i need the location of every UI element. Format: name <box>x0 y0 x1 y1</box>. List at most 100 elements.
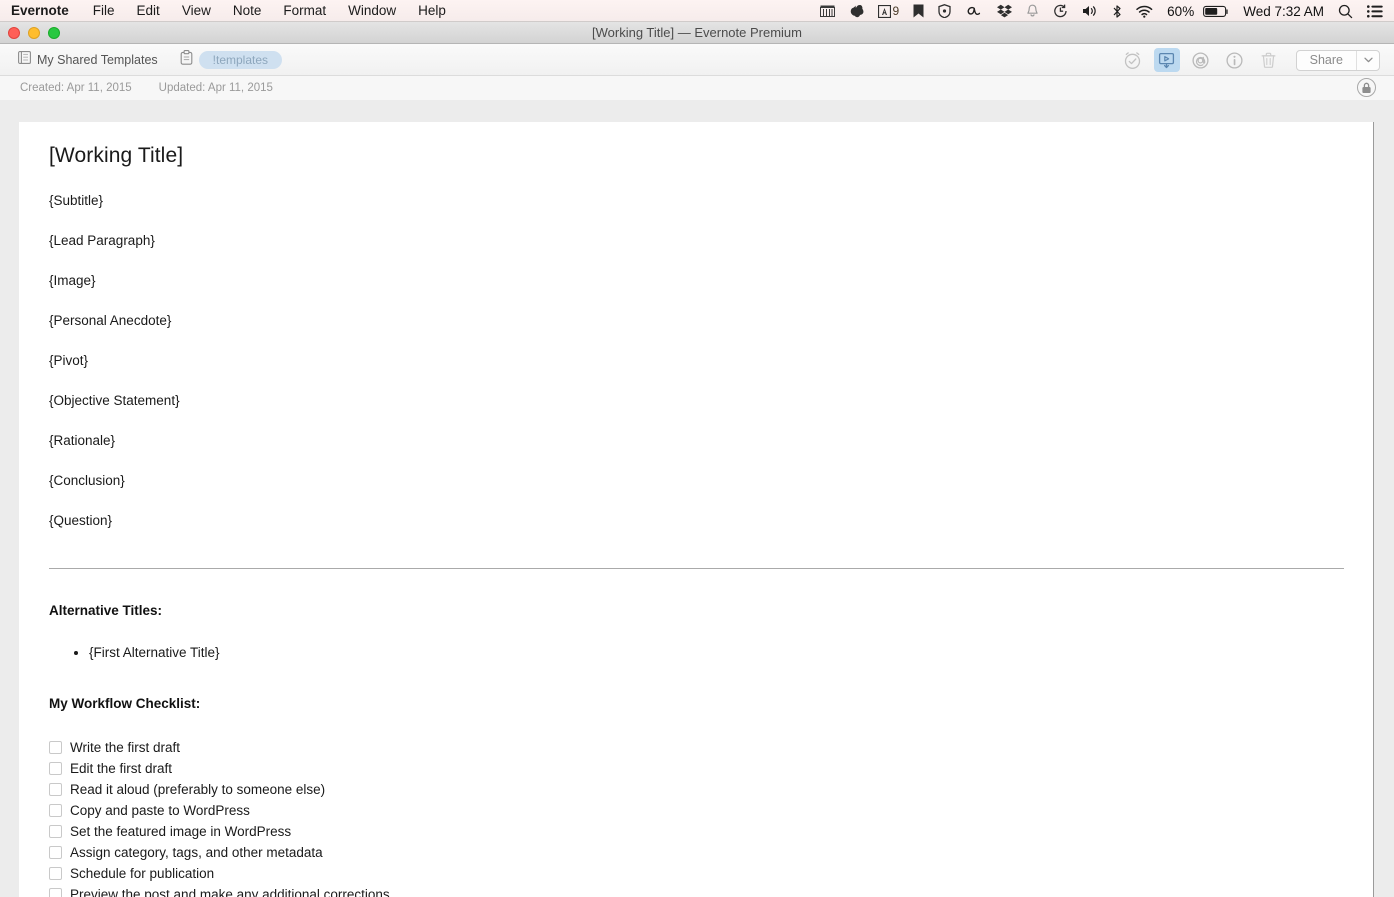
note-paragraph[interactable]: {Subtitle} <box>49 192 1343 210</box>
notebook-icon <box>18 50 31 69</box>
evernote-elephant-icon[interactable] <box>842 0 871 22</box>
tag-icon <box>180 49 193 70</box>
checklist-row[interactable]: Copy and paste to WordPress <box>49 800 1343 821</box>
list-item[interactable]: {First Alternative Title} <box>89 644 1343 662</box>
note-paragraph[interactable]: {Question} <box>49 512 1343 530</box>
alfred-badge-count: 9 <box>892 4 900 18</box>
dropbox-icon[interactable] <box>990 0 1019 22</box>
macos-menu-bar: Evernote File Edit View Note Format Wind… <box>0 0 1394 22</box>
menu-help[interactable]: Help <box>407 0 457 22</box>
checklist-row[interactable]: Set the featured image in WordPress <box>49 821 1343 842</box>
menu-view[interactable]: View <box>171 0 222 22</box>
checklist-label[interactable]: Assign category, tags, and other metadat… <box>70 844 323 862</box>
alternative-titles-list: {First Alternative Title} <box>89 644 1343 662</box>
checklist-label[interactable]: Write the first draft <box>70 739 180 757</box>
note-toolbar-actions: Share <box>1120 44 1380 76</box>
note-toolbar: My Shared Templates !templates Share <box>0 44 1394 76</box>
evernote-window: [Working Title] — Evernote Premium My Sh… <box>0 22 1394 897</box>
checklist-label[interactable]: Copy and paste to WordPress <box>70 802 250 820</box>
note-paragraph[interactable]: {Lead Paragraph} <box>49 232 1343 250</box>
share-button[interactable]: Share <box>1297 51 1356 70</box>
notification-center-icon[interactable] <box>1360 0 1390 22</box>
checkbox[interactable] <box>49 762 62 775</box>
close-button[interactable] <box>8 27 20 39</box>
checklist-row[interactable]: Schedule for publication <box>49 863 1343 884</box>
window-title: [Working Title] — Evernote Premium <box>592 25 802 40</box>
note-editor[interactable]: [Working Title] {Subtitle} {Lead Paragra… <box>19 122 1374 897</box>
zoom-button[interactable] <box>48 27 60 39</box>
menu-bar-items: Evernote File Edit View Note Format Wind… <box>0 0 457 22</box>
note-paragraph[interactable]: {Conclusion} <box>49 472 1343 490</box>
trash-icon[interactable] <box>1256 48 1282 72</box>
checkbox[interactable] <box>49 804 62 817</box>
reminder-icon[interactable] <box>1120 48 1146 72</box>
note-toolbar-left: My Shared Templates !templates <box>0 49 283 70</box>
checklist-label[interactable]: Edit the first draft <box>70 760 172 778</box>
share-button-group[interactable]: Share <box>1295 49 1380 71</box>
bluetooth-icon[interactable] <box>1105 0 1129 22</box>
spotlight-search-icon[interactable] <box>1331 0 1360 22</box>
bookmark-icon[interactable] <box>906 0 931 22</box>
checkbox[interactable] <box>49 783 62 796</box>
battery-status[interactable]: 60% <box>1160 0 1201 22</box>
volume-icon[interactable] <box>1075 0 1105 22</box>
battery-percent-label: 60% <box>1167 3 1195 19</box>
note-title[interactable]: [Working Title] <box>49 144 1343 168</box>
menu-edit[interactable]: Edit <box>126 0 171 22</box>
minimize-button[interactable] <box>28 27 40 39</box>
menu-note[interactable]: Note <box>222 0 273 22</box>
note-paragraph[interactable]: {Personal Anecdote} <box>49 312 1343 330</box>
menu-bar-clock[interactable]: Wed 7:32 AM <box>1236 0 1331 22</box>
annotate-icon[interactable] <box>1188 48 1214 72</box>
chevron-down-icon[interactable] <box>1356 50 1379 70</box>
checklist-label[interactable]: Preview the post and make any additional… <box>70 886 390 897</box>
checklist-row[interactable]: Write the first draft <box>49 737 1343 758</box>
checklist-row[interactable]: Preview the post and make any additional… <box>49 884 1343 897</box>
alfred-icon[interactable]: 9 <box>871 0 906 22</box>
horizontal-rule <box>49 568 1344 569</box>
battery-icon[interactable] <box>1201 0 1236 22</box>
checkbox[interactable] <box>49 825 62 838</box>
window-titlebar: [Working Title] — Evernote Premium <box>0 22 1394 44</box>
menu-evernote[interactable]: Evernote <box>9 0 82 22</box>
shield-icon[interactable] <box>931 0 958 22</box>
checklist-row[interactable]: Read it aloud (preferably to someone els… <box>49 779 1343 800</box>
menu-window[interactable]: Window <box>337 0 407 22</box>
time-machine-icon[interactable] <box>1046 0 1075 22</box>
created-date[interactable]: Created: Apr 11, 2015 <box>0 82 132 94</box>
checklist-label[interactable]: Set the featured image in WordPress <box>70 823 291 841</box>
updated-date[interactable]: Updated: Apr 11, 2015 <box>132 82 273 94</box>
menu-bar-status-area: 9 60% Wed 7:32 AM <box>813 0 1390 22</box>
menu-format[interactable]: Format <box>272 0 337 22</box>
tag-area[interactable]: !templates <box>180 49 283 70</box>
checklist-label[interactable]: Read it aloud (preferably to someone els… <box>70 781 325 799</box>
workflow-checklist: Write the first draft Edit the first dra… <box>49 737 1343 897</box>
note-paragraph[interactable]: {Objective Statement} <box>49 392 1343 410</box>
workflow-checklist-heading[interactable]: My Workflow Checklist: <box>49 696 1343 711</box>
note-meta-row: Created: Apr 11, 2015 Updated: Apr 11, 2… <box>0 76 1394 100</box>
alternative-titles-heading[interactable]: Alternative Titles: <box>49 603 1343 618</box>
tag-chip[interactable]: !templates <box>198 50 283 69</box>
clock-label: Wed 7:32 AM <box>1243 3 1324 19</box>
checklist-row[interactable]: Edit the first draft <box>49 758 1343 779</box>
checkbox[interactable] <box>49 867 62 880</box>
script-a-icon[interactable] <box>958 0 990 22</box>
info-icon[interactable] <box>1222 48 1248 72</box>
note-paragraph[interactable]: {Rationale} <box>49 432 1343 450</box>
checkbox[interactable] <box>49 846 62 859</box>
window-controls <box>8 22 60 44</box>
notebook-selector[interactable]: My Shared Templates <box>18 50 158 69</box>
checkbox[interactable] <box>49 741 62 754</box>
note-paragraph[interactable]: {Pivot} <box>49 352 1343 370</box>
checklist-row[interactable]: Assign category, tags, and other metadat… <box>49 842 1343 863</box>
menu-file[interactable]: File <box>82 0 126 22</box>
presentation-mode-icon[interactable] <box>1153 48 1180 72</box>
note-paragraph[interactable]: {Image} <box>49 272 1343 290</box>
checkbox[interactable] <box>49 888 62 897</box>
notebook-name-label: My Shared Templates <box>37 52 158 67</box>
bell-icon[interactable] <box>1019 0 1046 22</box>
wifi-icon[interactable] <box>1129 0 1160 22</box>
checklist-label[interactable]: Schedule for publication <box>70 865 214 883</box>
screen-capture-icon[interactable] <box>813 0 842 22</box>
lock-icon[interactable] <box>1357 78 1376 97</box>
